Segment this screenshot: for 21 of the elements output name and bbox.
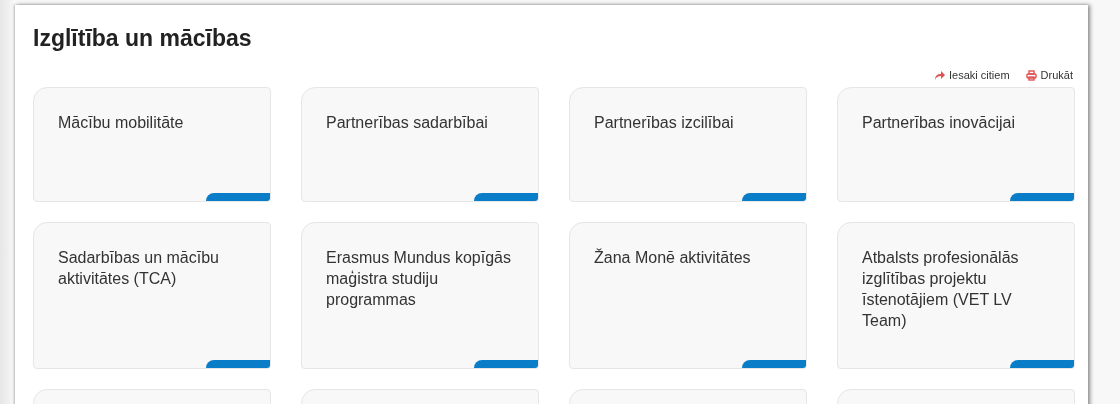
share-link[interactable]: Iesaki citiem bbox=[934, 69, 1010, 81]
print-link[interactable]: Drukāt bbox=[1025, 69, 1073, 81]
printer-icon bbox=[1025, 69, 1037, 81]
program-card[interactable]: Atbalsts profesionālās izglītības projektu īstenotājiem (VET LV Team) bbox=[837, 222, 1075, 369]
card-accent-tab bbox=[742, 360, 806, 368]
page-title: Izglītība un mācības bbox=[33, 24, 253, 53]
card-accent-tab bbox=[474, 193, 538, 201]
program-card[interactable]: Partnerības inovācijai bbox=[837, 87, 1075, 202]
program-card[interactable]: Partnerības izcilībai bbox=[569, 87, 807, 202]
card-accent-tab bbox=[206, 193, 270, 201]
program-card[interactable]: Žana Monē aktivitātes bbox=[569, 222, 807, 369]
card-accent-tab bbox=[474, 360, 538, 368]
card-accent-tab bbox=[742, 193, 806, 201]
share-arrow-icon bbox=[934, 70, 946, 80]
card-accent-tab bbox=[206, 360, 270, 368]
program-card[interactable]: Erasmus Mundus kopīgās maģistra studiju programmas bbox=[301, 222, 539, 369]
card-accent-tab bbox=[1010, 360, 1074, 368]
program-card[interactable]: Sadarbības un mācību aktivitātes (TCA) bbox=[33, 222, 271, 369]
program-card[interactable]: Mācību mobilitāte bbox=[33, 87, 271, 202]
program-card[interactable]: Partnerības sadarbībai bbox=[301, 87, 539, 202]
card-accent-tab bbox=[1010, 193, 1074, 201]
